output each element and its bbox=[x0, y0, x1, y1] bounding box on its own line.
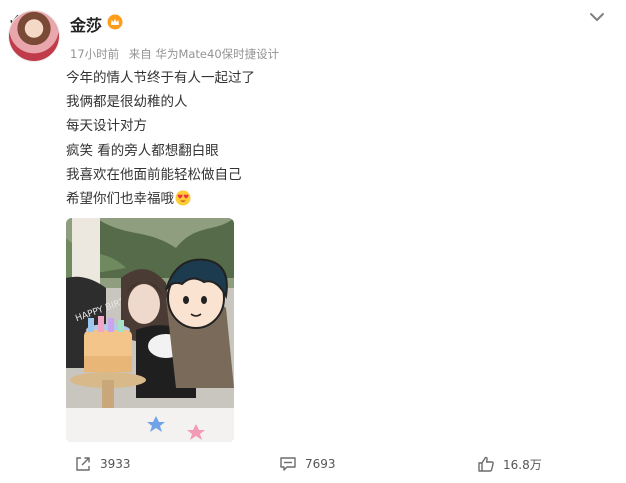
like-count: 16.8万 bbox=[503, 457, 542, 472]
repost-button[interactable]: 3933 bbox=[74, 450, 131, 478]
repost-icon bbox=[76, 457, 90, 471]
post-time[interactable]: 17小时前 bbox=[70, 47, 119, 61]
repost-count: 3933 bbox=[100, 457, 131, 471]
comment-count: 7693 bbox=[305, 457, 336, 471]
comment-button[interactable]: 7693 bbox=[279, 450, 336, 478]
post-source: 来自 华为Mate40保时捷设计 bbox=[128, 47, 280, 61]
post-line: 我喜欢在他面前能轻松做自己 bbox=[66, 166, 242, 183]
author-name[interactable]: 金莎 bbox=[70, 12, 102, 36]
weibo-post-card: ✓ 金莎 17小时前 来自 华为Mate40保时捷设计 今年的情人节终于有人一起… bbox=[0, 0, 626, 483]
post-line: 疯笑 看的旁人都想翻白眼 bbox=[66, 142, 219, 159]
post-line: 我俩都是很幼稚的人 bbox=[66, 94, 188, 111]
avatar-image bbox=[8, 10, 60, 62]
post-text: 今年的情人节终于有人一起过了 我俩都是很幼稚的人 每天设计对方 疯笑 看的旁人都… bbox=[66, 66, 255, 211]
chevron-down-icon[interactable] bbox=[588, 10, 606, 24]
post-line: 每天设计对方 bbox=[66, 118, 147, 135]
like-button[interactable]: 16.8万 bbox=[477, 450, 542, 478]
post-meta: 17小时前 来自 华为Mate40保时捷设计 bbox=[70, 46, 285, 62]
avatar[interactable]: ✓ bbox=[8, 10, 64, 66]
photo-illustration: HAPPY BIRTHDAY bbox=[66, 218, 234, 442]
thumbs-up-icon bbox=[478, 456, 494, 472]
post-line-text: 希望你们也幸福哦 bbox=[66, 191, 174, 208]
crown-icon bbox=[107, 14, 123, 30]
heart-eyes-icon bbox=[175, 190, 191, 206]
post-photo[interactable]: HAPPY BIRTHDAY bbox=[66, 218, 234, 442]
action-bar: 3933 7693 16.8万 bbox=[0, 450, 626, 478]
post-line-last: 希望你们也幸福哦 bbox=[66, 187, 255, 211]
comment-icon bbox=[280, 457, 296, 471]
post-line: 今年的情人节终于有人一起过了 bbox=[66, 70, 255, 86]
